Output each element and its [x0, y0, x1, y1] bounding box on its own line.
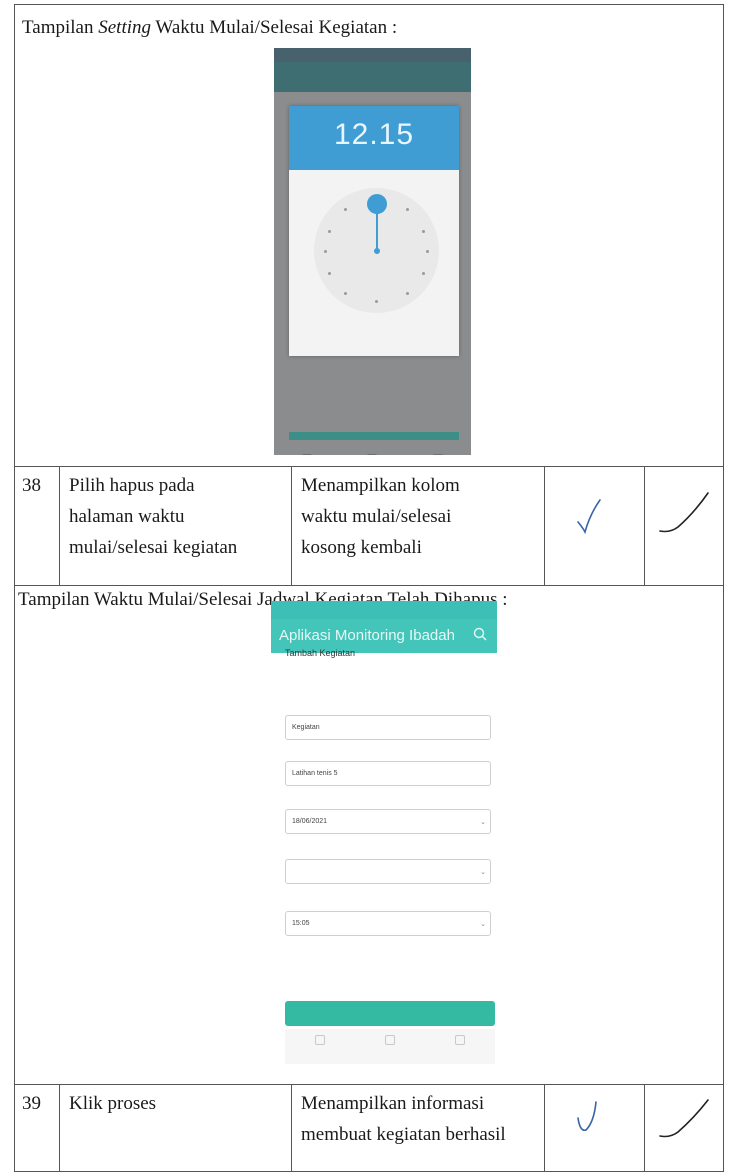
bottom-nav: [285, 1029, 495, 1064]
test-action: Pilih hapus pada halaman waktu mulai/sel…: [69, 470, 289, 563]
process-button[interactable]: [289, 432, 459, 440]
row-divider: [14, 466, 724, 467]
field-value: Latihan tenis 5: [292, 770, 338, 777]
activity-name-field[interactable]: Latihan tenis 5: [285, 761, 491, 786]
signature-check-icon: [659, 492, 709, 533]
column-divider: [544, 466, 545, 585]
home-icon[interactable]: [301, 454, 312, 455]
date-field[interactable]: 18/06/2021 ⌄: [285, 809, 491, 834]
home-icon: [315, 1035, 325, 1045]
action-line: Pilih hapus pada: [69, 475, 195, 496]
expected-result: Menampilkan kolom waktu mulai/selesai ko…: [301, 470, 541, 563]
column-divider: [291, 466, 292, 585]
process-button[interactable]: [285, 1001, 495, 1026]
expected-line: waktu mulai/selesai: [301, 506, 452, 527]
app-bar: [274, 62, 471, 92]
expected-line: Menampilkan informasi: [301, 1093, 485, 1114]
column-divider: [644, 1084, 645, 1172]
action-line: mulai/selesai kegiatan: [69, 537, 238, 558]
calendar-icon: [455, 1035, 465, 1045]
bottom-nav: [274, 444, 471, 455]
caption-suffix: Waktu Mulai/Selesai Kegiatan :: [151, 17, 398, 38]
action-line: halaman waktu: [69, 506, 185, 527]
category-field[interactable]: Kegiatan: [285, 715, 491, 740]
expected-line: membuat kegiatan berhasil: [301, 1124, 506, 1145]
time-picker-dialog: 12.15: [289, 106, 459, 356]
nav-home[interactable]: [315, 1035, 325, 1064]
field-value: 18/06/2021: [292, 818, 328, 825]
caption-italic: Setting: [98, 17, 152, 38]
clock-face[interactable]: [314, 188, 439, 313]
search-icon[interactable]: [473, 627, 487, 641]
column-divider: [544, 1084, 545, 1172]
column-divider: [59, 1084, 60, 1172]
test-action: Klik proses: [69, 1088, 289, 1119]
start-time-field[interactable]: ⌄: [285, 859, 491, 884]
row-number: 39: [22, 1093, 41, 1114]
status-bar: [274, 48, 471, 62]
chevron-down-icon: ⌄: [480, 819, 486, 826]
column-divider: [291, 1084, 292, 1172]
field-value: Kegiatan: [292, 724, 320, 731]
caption-prefix: Tampilan: [22, 17, 99, 38]
checkmark-icon: [577, 499, 601, 535]
clock-selector-knob[interactable]: [367, 194, 387, 214]
form-title: Tambah Kegiatan: [285, 648, 356, 658]
signature-check-icon: [659, 1099, 709, 1138]
user-icon[interactable]: [367, 454, 378, 455]
expected-result: Menampilkan informasi membuat kegiatan b…: [301, 1088, 543, 1150]
field-value: 15:05: [292, 920, 310, 927]
screenshot-time-picker: 12.15: [274, 48, 471, 455]
document-page: Tampilan Setting Waktu Mulai/Selesai Keg…: [14, 4, 724, 1172]
column-divider: [644, 466, 645, 585]
nav-profile[interactable]: [385, 1035, 395, 1064]
chevron-down-icon: ⌄: [480, 869, 486, 876]
column-divider: [59, 466, 60, 585]
action-line: Klik proses: [69, 1093, 157, 1114]
end-time-field[interactable]: 15:05 ⌄: [285, 911, 491, 936]
status-bar: [271, 601, 497, 619]
section-caption-setting: Tampilan Setting Waktu Mulai/Selesai Keg…: [22, 16, 397, 40]
calendar-icon[interactable]: [433, 454, 444, 455]
expected-line: kosong kembali: [301, 537, 422, 558]
row-divider: [14, 585, 724, 586]
checkmark-icon: [577, 1101, 597, 1132]
nav-schedule[interactable]: [455, 1035, 465, 1064]
chevron-down-icon: ⌄: [480, 921, 486, 928]
expected-line: Menampilkan kolom: [301, 475, 460, 496]
user-icon: [385, 1035, 395, 1045]
clock-center: [374, 248, 380, 254]
time-display[interactable]: 12.15: [289, 106, 459, 170]
row-number: 38: [22, 475, 41, 496]
row-divider: [14, 1084, 724, 1085]
screenshot-add-activity-form: Aplikasi Monitoring Ibadah Tambah Kegiat…: [271, 601, 497, 1069]
